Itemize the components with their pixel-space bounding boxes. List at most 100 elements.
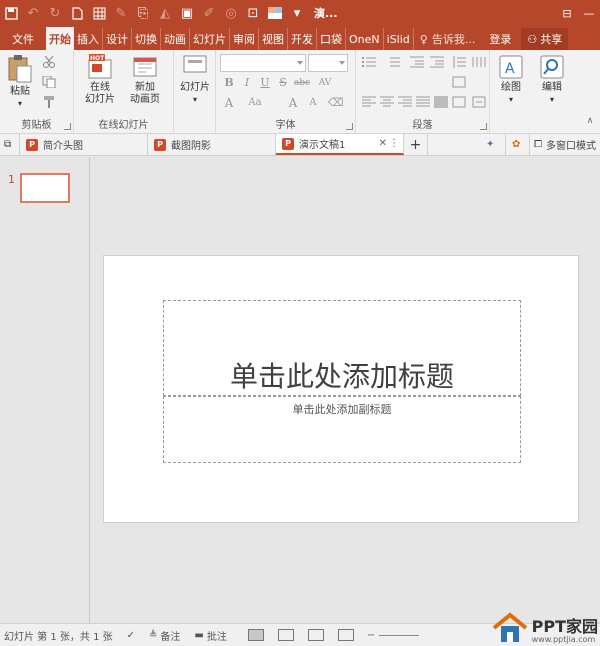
settings-icon[interactable]: ✿ [506, 134, 530, 155]
line-spacing-icon[interactable] [452, 56, 466, 68]
tab-pocket[interactable]: 口袋 [317, 28, 346, 50]
table-icon[interactable] [88, 2, 110, 24]
notes-button[interactable]: ≜ 备注 [149, 628, 180, 643]
undo-icon[interactable]: ↶ [22, 2, 44, 24]
new-doc-icon[interactable] [66, 2, 88, 24]
paragraph-launcher[interactable] [480, 123, 487, 130]
tab-transitions[interactable]: 切换 [132, 28, 161, 50]
grow-font-icon[interactable]: A [286, 96, 300, 110]
text-direction-icon[interactable] [452, 76, 466, 88]
normal-view-icon[interactable] [247, 629, 264, 641]
multiwindow-button[interactable]: ⧠ 多窗口模式 [530, 134, 600, 155]
slide-thumbnail[interactable] [20, 173, 70, 203]
tab-view[interactable]: 视图 [259, 28, 288, 50]
tab-animations[interactable]: 动画 [161, 28, 190, 50]
format-painter-icon[interactable] [42, 96, 56, 108]
paste-button[interactable]: 粘贴 ▾ [4, 54, 36, 110]
columns-icon[interactable] [472, 56, 486, 68]
collapse-ribbon-icon[interactable]: ∧ [584, 114, 596, 128]
ppt-icon: P [154, 138, 166, 151]
bullets-icon[interactable] [362, 56, 376, 68]
slide-button[interactable]: 幻灯片 ▾ [176, 54, 214, 106]
tab-file[interactable]: 文件 [0, 28, 46, 50]
minimize-icon[interactable]: — [578, 2, 600, 24]
tab-insert[interactable]: 插入 [74, 28, 103, 50]
clipboard-icon[interactable]: ▣ [176, 2, 198, 24]
brush-icon[interactable]: ✐ [198, 2, 220, 24]
shape-icon[interactable]: ◎ [220, 2, 242, 24]
screenshot-icon[interactable]: ⊡ [242, 2, 264, 24]
tell-me-search[interactable]: ♀ 告诉我... [420, 28, 476, 50]
distributed-icon[interactable] [434, 96, 448, 108]
format-icon[interactable]: ⎘ [132, 2, 154, 24]
slide-canvas[interactable]: 单击此处添加标题 单击此处添加副标题 [103, 255, 579, 523]
align-right-icon[interactable] [398, 96, 412, 108]
decrease-indent-icon[interactable] [410, 56, 424, 68]
comments-button[interactable]: ▬ 批注 [194, 628, 226, 643]
align-text-icon[interactable] [452, 96, 466, 108]
drawing-dropdown-icon[interactable]: ▾ [494, 94, 528, 106]
reading-view-icon[interactable] [307, 629, 324, 641]
font-size-combo[interactable] [308, 54, 348, 72]
ribbon-display-icon[interactable]: ⊟ [556, 2, 578, 24]
copy-icon[interactable] [42, 75, 56, 89]
eyedropper-icon[interactable]: ✎ [110, 2, 132, 24]
fill-icon[interactable]: ◭ [154, 2, 176, 24]
more-icon[interactable]: ⋮ [389, 138, 399, 149]
slide-sorter-icon[interactable] [277, 629, 294, 641]
doctab-shadow[interactable]: P 截图阴影 [148, 134, 276, 155]
share-button[interactable]: ⚇ 共享 [521, 28, 569, 50]
more-qa-icon[interactable]: ▾ [286, 2, 308, 24]
strikethrough-button[interactable]: S [276, 76, 290, 90]
clipboard-launcher[interactable] [64, 123, 71, 130]
tab-islide[interactable]: iSlid [384, 28, 414, 50]
redo-icon[interactable]: ↻ [44, 2, 66, 24]
tab-onenote[interactable]: OneN [346, 28, 384, 50]
subtitle-placeholder[interactable]: 单击此处添加副标题 [163, 396, 521, 463]
bold-button[interactable]: B [222, 76, 236, 90]
tab-slideshow[interactable]: 幻灯片 [190, 28, 230, 50]
editing-button[interactable]: 编辑 ▾ [534, 54, 570, 106]
zoom-out-icon[interactable]: − [367, 630, 375, 641]
align-left-icon[interactable] [362, 96, 376, 108]
underline-button[interactable]: U [258, 76, 272, 90]
spellcheck-icon[interactable]: ✓ [127, 630, 135, 641]
doctab-intro[interactable]: P 简介头图 [20, 134, 148, 155]
zoom-slider[interactable] [379, 634, 420, 636]
drawing-button[interactable]: A 绘图 ▾ [494, 54, 528, 106]
login-button[interactable]: 登录 [489, 28, 511, 50]
italic-button[interactable]: I [240, 76, 254, 90]
cut-icon[interactable] [42, 55, 56, 68]
add-tab-button[interactable]: + [404, 134, 428, 155]
font-launcher[interactable] [346, 123, 353, 130]
change-case-button[interactable]: Aa [244, 96, 266, 110]
pin-icon[interactable]: ✦ [480, 134, 506, 155]
font-color-a-icon[interactable]: A [222, 96, 236, 110]
editing-dropdown-icon[interactable]: ▾ [534, 94, 570, 106]
doctab-presentation1[interactable]: P 演示文稿1 ✕ ⋮ [276, 134, 404, 155]
shrink-font-icon[interactable]: A [306, 96, 320, 110]
paste-dropdown-icon[interactable]: ▾ [4, 98, 36, 110]
save-icon[interactable] [0, 2, 22, 24]
numbering-icon[interactable] [386, 56, 400, 68]
slideshow-icon[interactable] [337, 629, 354, 641]
font-name-combo[interactable] [220, 54, 306, 72]
increase-indent-icon[interactable] [430, 56, 444, 68]
tab-review[interactable]: 审阅 [230, 28, 259, 50]
align-center-icon[interactable] [380, 96, 394, 108]
clear-format-icon[interactable]: ⌫ [328, 96, 344, 110]
doc-list-icon[interactable]: ⧉ [0, 134, 20, 155]
theme-icon[interactable] [264, 2, 286, 24]
tab-home[interactable]: 开始 [46, 27, 74, 50]
char-spacing-button[interactable]: AV [316, 76, 334, 90]
tab-developer[interactable]: 开发 [288, 28, 317, 50]
smartart-icon[interactable] [472, 96, 486, 108]
online-slides-button[interactable]: HOT 在线 幻灯片 [80, 54, 120, 106]
abc-strike-button[interactable]: abc [292, 76, 312, 90]
close-tab-icon[interactable]: ✕ [379, 138, 387, 149]
new-animation-page-button[interactable]: 新加 动画页 [124, 54, 166, 106]
title-placeholder[interactable]: 单击此处添加标题 [163, 300, 521, 396]
tab-design[interactable]: 设计 [103, 28, 132, 50]
justify-icon[interactable] [416, 96, 430, 108]
slide-dropdown-icon[interactable]: ▾ [176, 94, 214, 106]
